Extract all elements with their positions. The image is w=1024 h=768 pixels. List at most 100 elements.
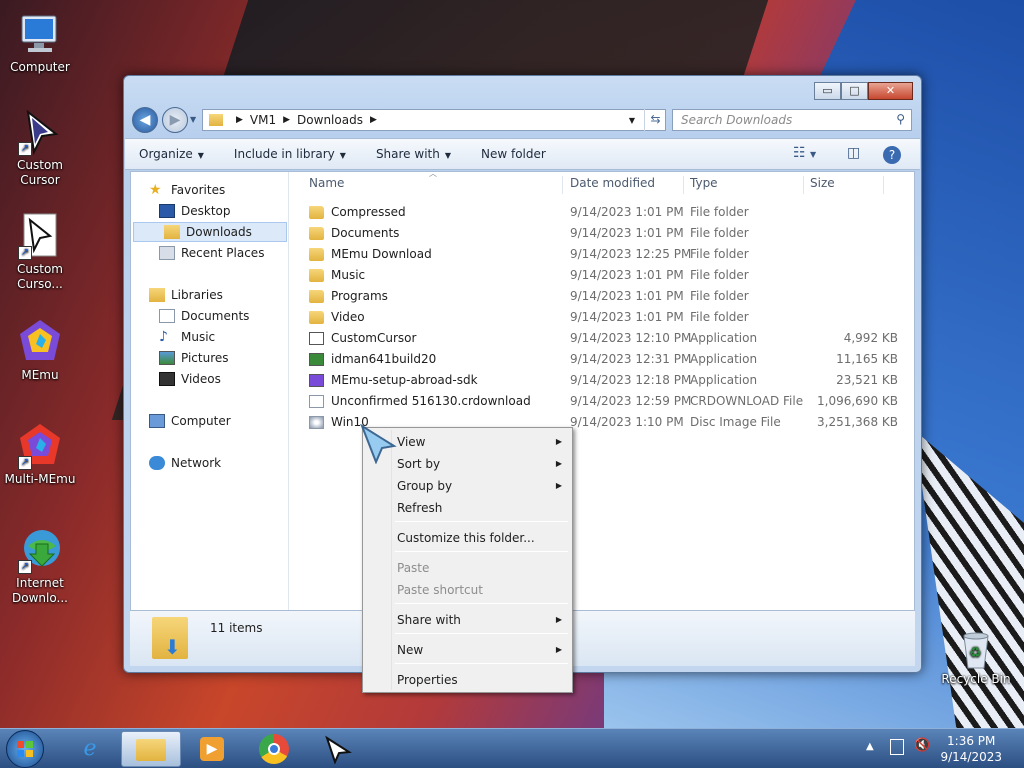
file-name: MEmu-setup-abroad-sdk [331, 373, 478, 387]
refresh-icon[interactable]: ⇆ [644, 109, 666, 131]
sidebar-item-recent-places[interactable]: Recent Places [159, 243, 264, 263]
menu-item-new[interactable]: New ▶ [397, 639, 568, 661]
file-date-modified: 9/14/2023 1:01 PM [570, 289, 684, 303]
menu-separator [395, 603, 568, 604]
close-button[interactable]: ✕ [868, 82, 913, 100]
sidebar-item-computer[interactable]: Computer [149, 411, 231, 431]
start-button[interactable] [6, 730, 44, 768]
address-dropdown-icon[interactable]: ▼ [629, 116, 635, 125]
desktop-icon-recycle-bin[interactable]: ♻ Recycle Bin [934, 630, 1018, 687]
file-size: 1,096,690 KB [817, 394, 898, 408]
show-hidden-icons-icon[interactable]: ▲ [866, 741, 874, 752]
desktop-icon-custom-cursor[interactable]: ↗ Custom Cursor [0, 108, 80, 188]
memu-icon [16, 318, 64, 366]
column-type[interactable]: Type [690, 176, 804, 194]
menu-item-share-with[interactable]: Share with ▶ [397, 609, 568, 631]
breadcrumb-downloads[interactable]: Downloads [297, 113, 363, 127]
file-row[interactable]: Compressed 9/14/2023 1:01 PM File folder [309, 202, 894, 223]
change-view-icon[interactable]: ☷ ▼ [793, 145, 816, 161]
file-type: File folder [690, 289, 749, 303]
network-tray-icon[interactable] [890, 739, 904, 755]
file-size: 4,992 KB [843, 331, 898, 345]
chevron-down-icon: ▼ [444, 151, 451, 160]
media-player-icon[interactable]: ▶ [182, 731, 242, 767]
command-bar: Organize ▼ Include in library ▼ Share with… [125, 138, 920, 170]
new-folder-button[interactable]: New folder [481, 147, 546, 161]
libraries-icon [149, 288, 165, 302]
file-row[interactable]: CustomCursor 9/14/2023 12:10 PM Applicatio… [309, 328, 898, 349]
menu-item-sort-by[interactable]: Sort by ▶ [397, 453, 568, 475]
idm-app-icon [309, 353, 324, 366]
desktop-icon-multi-memu[interactable]: ↗ Multi-MEmu [0, 422, 80, 487]
custom-cursor-taskbar-icon[interactable] [308, 731, 368, 767]
system-clock[interactable]: 1:36 PM 9/14/2023 [940, 733, 1002, 765]
share-with-menu[interactable]: Share with ▼ [376, 147, 451, 161]
file-row[interactable]: Video 9/14/2023 1:01 PM File folder [309, 307, 894, 328]
sidebar-item-videos[interactable]: Videos [159, 369, 221, 389]
help-icon[interactable]: ? [883, 146, 901, 164]
downloads-folder-large-icon: ⬇ [152, 617, 188, 659]
sidebar-item-libraries[interactable]: Libraries [149, 285, 223, 305]
sidebar-item-pictures[interactable]: Pictures [159, 348, 229, 368]
forward-button[interactable]: ▶ [162, 107, 188, 133]
column-size[interactable]: Size [810, 176, 884, 194]
search-placeholder: Search Downloads [681, 113, 793, 127]
desktop-icon-memu[interactable]: MEmu [0, 318, 80, 383]
file-row[interactable]: Unconfirmed 516130.crdownload 9/14/2023 1… [309, 391, 898, 412]
menu-item-refresh[interactable]: Refresh [397, 497, 568, 519]
sidebar-item-desktop[interactable]: Desktop [159, 201, 231, 221]
shortcut-arrow-icon: ↗ [18, 560, 32, 574]
submenu-arrow-icon: ▶ [555, 645, 562, 654]
file-row[interactable]: idman641build20 9/14/2023 12:31 PM Applica… [309, 349, 898, 370]
file-type: File folder [690, 205, 749, 219]
sidebar-item-network[interactable]: Network [149, 453, 221, 473]
menu-item-customize-this-folder[interactable]: Customize this folder... [397, 527, 568, 549]
internet-explorer-icon[interactable]: ℯ [60, 731, 120, 767]
file-type: File folder [690, 247, 749, 261]
shortcut-arrow-icon: ↗ [18, 142, 32, 156]
breadcrumb-arrow-icon: ▶ [236, 115, 243, 125]
sidebar-item-favorites[interactable]: ★ Favorites [149, 180, 225, 200]
breadcrumb-vm1[interactable]: VM1 [250, 113, 276, 127]
desktop-icon-internet-download[interactable]: ↗ Internet Downlo... [0, 526, 80, 606]
menu-item-properties[interactable]: Properties [397, 669, 568, 691]
desktop-icon-custom-cursor-2[interactable]: ↗ Custom Curso... [0, 212, 80, 292]
sidebar-item-downloads[interactable]: Downloads [133, 222, 287, 242]
file-row[interactable]: Documents 9/14/2023 1:01 PM File folder [309, 223, 894, 244]
preview-pane-icon[interactable]: ◫ [847, 145, 860, 161]
recent-pages-dropdown[interactable]: ▼ [190, 115, 196, 124]
include-in-library-menu[interactable]: Include in library ▼ [234, 147, 346, 161]
chevron-down-icon: ▼ [197, 151, 204, 160]
organize-menu[interactable]: Organize ▼ [139, 147, 204, 161]
file-date-modified: 9/14/2023 12:18 PM [570, 373, 692, 387]
folder-icon [309, 311, 324, 324]
desktop-icon-label: Recycle Bin [941, 672, 1011, 686]
file-date-modified: 9/14/2023 1:01 PM [570, 205, 684, 219]
menu-separator [395, 663, 568, 664]
computer-icon [149, 414, 165, 428]
file-date-modified: 9/14/2023 12:10 PM [570, 331, 692, 345]
menu-item-view[interactable]: View ▶ [397, 431, 568, 453]
column-date-modified[interactable]: Date modified [570, 176, 684, 194]
windows-explorer-taskbar-icon[interactable] [121, 731, 181, 767]
address-bar[interactable]: ▶ VM1 ▶ Downloads ▶ ▼ [202, 109, 666, 131]
menu-item-label: New [397, 643, 424, 657]
file-row[interactable]: Programs 9/14/2023 1:01 PM File folder [309, 286, 894, 307]
maximize-button[interactable]: □ [841, 82, 868, 100]
file-row[interactable]: Music 9/14/2023 1:01 PM File folder [309, 265, 894, 286]
back-button[interactable]: ◀ [132, 107, 158, 133]
search-input[interactable]: Search Downloads ⚲ [672, 109, 912, 131]
file-row[interactable]: MEmu-setup-abroad-sdk 9/14/2023 12:18 PM A… [309, 370, 898, 391]
minimize-button[interactable]: ▭ [814, 82, 841, 100]
sidebar-item-music[interactable]: ♪ Music [159, 327, 215, 347]
file-date-modified: 9/14/2023 12:25 PM [570, 247, 692, 261]
sidebar-item-documents[interactable]: Documents [159, 306, 249, 326]
desktop-icon-computer[interactable]: Computer [0, 10, 80, 75]
volume-muted-icon[interactable]: 🔇 [914, 738, 930, 753]
chrome-icon[interactable] [244, 731, 304, 767]
file-name: Programs [331, 289, 388, 303]
file-row[interactable]: MEmu Download 9/14/2023 12:25 PM File fold… [309, 244, 894, 265]
file-name: CustomCursor [331, 331, 417, 345]
menu-item-group-by[interactable]: Group by ▶ [397, 475, 568, 497]
folder-icon [309, 269, 324, 282]
